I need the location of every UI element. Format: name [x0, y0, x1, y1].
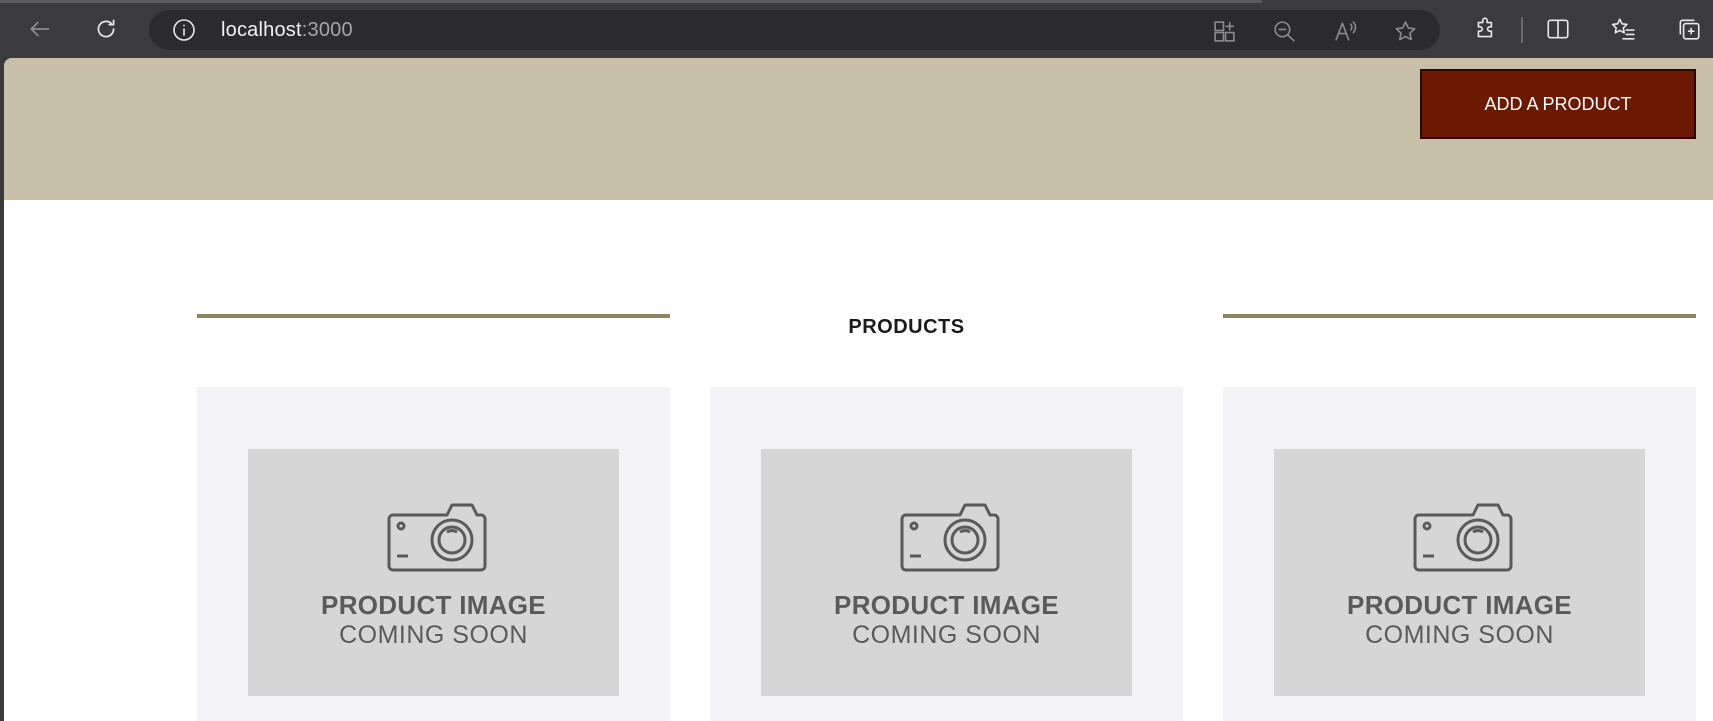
- url-host: localhost: [221, 19, 302, 41]
- refresh-icon[interactable]: [89, 12, 123, 46]
- product-card[interactable]: PRODUCT IMAGE COMING SOON: [1223, 387, 1696, 721]
- image-caption-line1: PRODUCT IMAGE: [834, 590, 1059, 620]
- section-divider-left: [197, 314, 670, 318]
- info-icon[interactable]: [171, 17, 197, 43]
- product-image-placeholder: PRODUCT IMAGE COMING SOON: [1274, 449, 1645, 696]
- page-header: ADD A PRODUCT: [4, 58, 1713, 200]
- image-caption-line1: PRODUCT IMAGE: [321, 590, 546, 620]
- product-image-placeholder: PRODUCT IMAGE COMING SOON: [248, 449, 619, 696]
- product-card[interactable]: PRODUCT IMAGE COMING SOON: [197, 387, 670, 721]
- address-bar[interactable]: localhost:3000: [149, 10, 1440, 50]
- star-icon[interactable]: [1391, 17, 1419, 45]
- url-text: localhost:3000: [221, 19, 353, 42]
- collections-icon[interactable]: [1672, 12, 1706, 46]
- section-title: PRODUCTS: [848, 316, 965, 338]
- browser-toolbar: localhost:3000: [0, 0, 1713, 58]
- image-caption-line2: COMING SOON: [339, 621, 528, 649]
- camera-icon: [1413, 503, 1513, 572]
- favorites-icon[interactable]: [1606, 12, 1640, 46]
- read-aloud-icon[interactable]: [1331, 17, 1359, 45]
- url-port: :3000: [301, 19, 353, 41]
- add-product-button[interactable]: ADD A PRODUCT: [1420, 69, 1696, 139]
- product-image-placeholder: PRODUCT IMAGE COMING SOON: [761, 449, 1132, 696]
- app-available-icon[interactable]: [1210, 17, 1238, 45]
- product-card[interactable]: PRODUCT IMAGE COMING SOON: [710, 387, 1183, 721]
- page-viewport: ADD A PRODUCT PRODUCTS PRODUCT IMAGE COM…: [4, 58, 1713, 721]
- toolbar-divider: [1521, 17, 1523, 43]
- extensions-icon[interactable]: [1469, 12, 1503, 46]
- image-caption-line2: COMING SOON: [852, 621, 1041, 649]
- split-screen-icon[interactable]: [1541, 12, 1575, 46]
- image-caption-line2: COMING SOON: [1365, 621, 1554, 649]
- camera-icon: [900, 503, 1000, 572]
- zoom-out-icon[interactable]: [1270, 17, 1298, 45]
- tab-strip-accent: [0, 0, 1262, 3]
- back-arrow-icon[interactable]: [23, 12, 57, 46]
- camera-icon: [387, 503, 487, 572]
- image-caption-line1: PRODUCT IMAGE: [1347, 590, 1572, 620]
- section-divider-right: [1223, 314, 1696, 318]
